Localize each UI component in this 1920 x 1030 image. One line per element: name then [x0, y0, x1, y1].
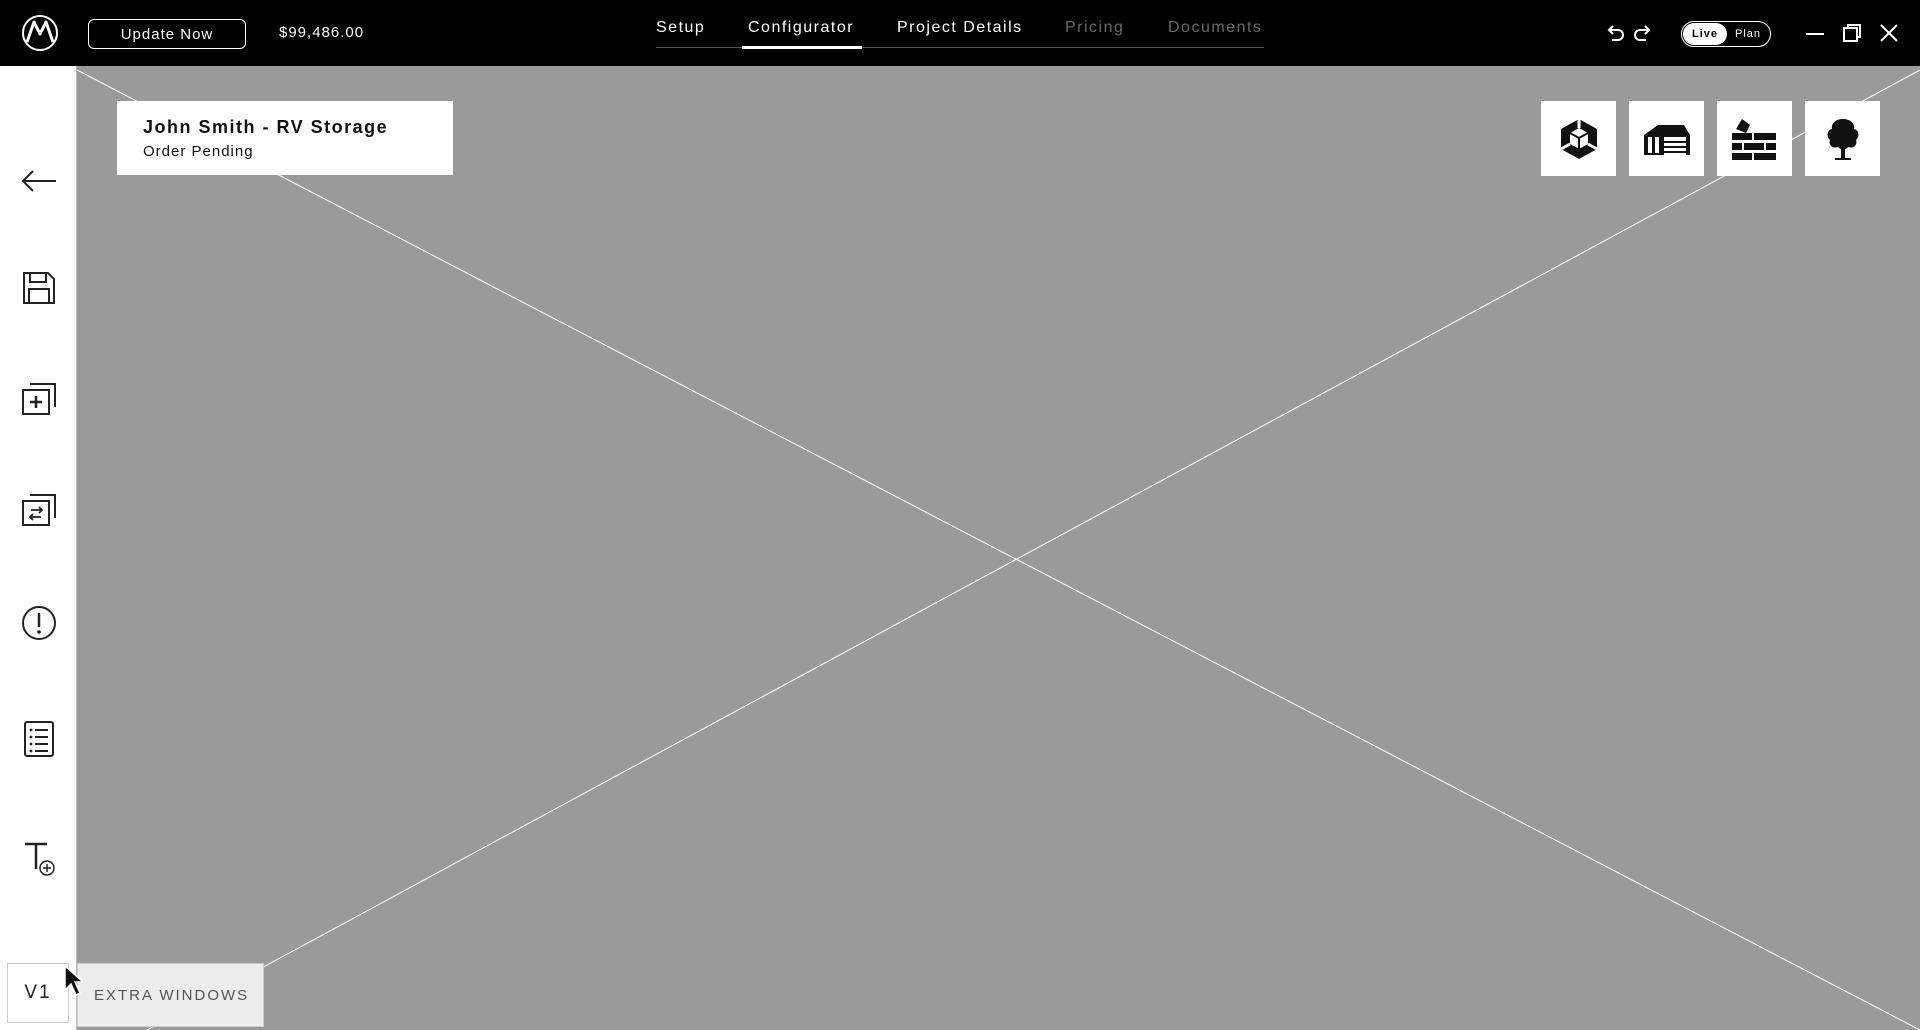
project-status: Order Pending — [143, 143, 254, 160]
tab-configurator[interactable]: Configurator — [748, 19, 854, 37]
configurator-canvas[interactable]: John Smith - RV Storage Order Pending — [77, 66, 1920, 1030]
toggle-live-option[interactable]: Live — [1683, 23, 1727, 45]
swap-window-icon[interactable] — [20, 491, 58, 529]
app-logo-icon[interactable] — [20, 14, 60, 52]
close-icon[interactable] — [1878, 22, 1900, 44]
add-window-icon[interactable] — [20, 380, 58, 418]
live-plan-toggle[interactable]: Live Plan — [1681, 21, 1771, 47]
total-price: $99,486.00 — [279, 24, 365, 41]
tab-pricing[interactable]: Pricing — [1065, 19, 1124, 37]
tree-icon — [1827, 118, 1858, 160]
project-info-card: John Smith - RV Storage Order Pending — [117, 101, 453, 175]
add-text-icon[interactable] — [20, 839, 58, 877]
extra-windows-button[interactable]: EXTRA WINDOWS — [77, 963, 264, 1027]
restore-icon[interactable] — [1841, 22, 1863, 44]
save-icon[interactable] — [20, 269, 58, 307]
building-icon — [1643, 124, 1690, 155]
toggle-plan-option[interactable]: Plan — [1727, 28, 1769, 40]
landscape-button[interactable] — [1805, 101, 1880, 176]
cube-icon — [1559, 118, 1598, 159]
3d-view-button[interactable] — [1541, 101, 1616, 176]
left-sidebar — [0, 66, 77, 1030]
update-now-button[interactable]: Update Now — [88, 19, 246, 49]
version-selector[interactable]: V1 — [7, 963, 69, 1023]
redo-icon[interactable] — [1632, 22, 1654, 44]
alert-icon[interactable] — [20, 604, 58, 642]
list-icon[interactable] — [20, 720, 58, 758]
back-arrow-icon[interactable] — [20, 162, 58, 200]
project-title: John Smith - RV Storage — [143, 117, 389, 137]
tab-project-details[interactable]: Project Details — [897, 19, 1023, 37]
tab-documents[interactable]: Documents — [1168, 19, 1262, 37]
placeholder-crosslines — [77, 69, 1920, 1030]
undo-icon[interactable] — [1604, 22, 1626, 44]
minimize-icon[interactable] — [1804, 22, 1826, 44]
building-view-button[interactable] — [1629, 101, 1704, 176]
bricks-icon — [1731, 118, 1776, 160]
active-tab-indicator — [742, 46, 862, 49]
tab-setup[interactable]: Setup — [656, 19, 705, 37]
mouse-cursor-icon — [64, 964, 85, 997]
materials-button[interactable] — [1717, 101, 1792, 176]
top-bar: Update Now $99,486.00 Setup Configurator… — [0, 0, 1920, 66]
